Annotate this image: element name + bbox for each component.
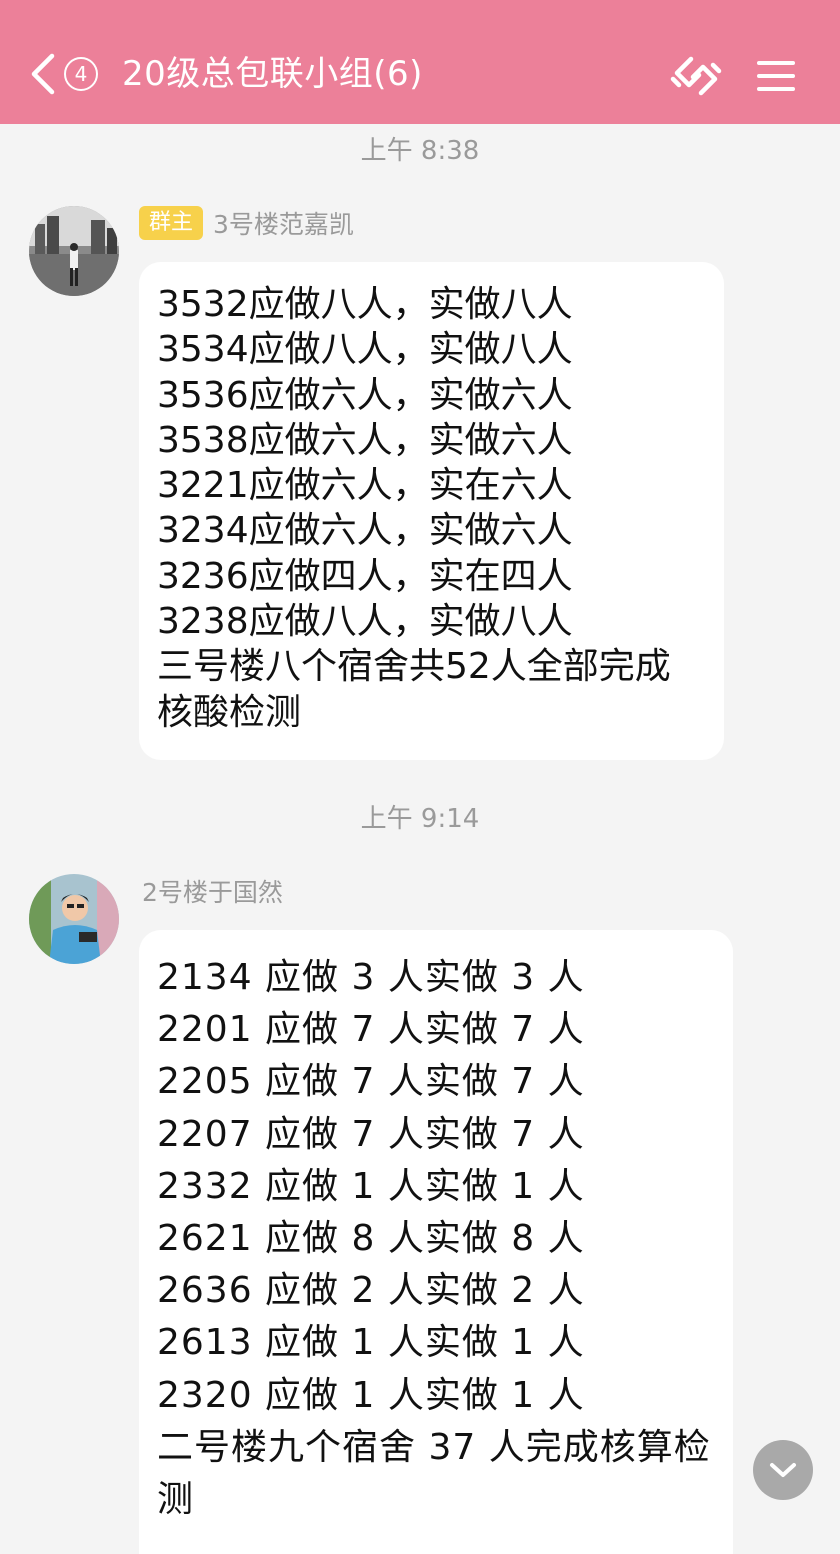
message-line: 2201 应做 7 人实做 7 人	[157, 1009, 585, 1051]
message-bubble[interactable]: 3532应做八人，实做八人 3534应做八人，实做八人 3536应做六人，实做六…	[139, 262, 724, 760]
message-line: 3538应做六人，实做六人	[157, 419, 573, 461]
message-line: 3536应做六人，实做六人	[157, 374, 573, 416]
sender-name: 2号楼于国然	[142, 878, 283, 907]
message-line: 三号楼八个宿舍共52人全部完成	[157, 646, 671, 688]
message-line: 二号楼九个宿舍 37 人完成核算检	[157, 1426, 711, 1468]
message-line: 2613 应做 1 人实做 1 人	[157, 1322, 585, 1364]
unread-count-badge: 4	[64, 57, 98, 91]
message-line: 3236应做四人，实在四人	[157, 555, 573, 597]
message-line: 2205 应做 7 人实做 7 人	[157, 1061, 585, 1103]
message-line: 2621 应做 8 人实做 8 人	[157, 1218, 585, 1260]
chat-header: 4 20级总包联小组(6)	[0, 0, 840, 124]
message-bubble[interactable]: 2134 应做 3 人实做 3 人 2201 应做 7 人实做 7 人 2205…	[139, 930, 733, 1554]
sender-row: 2号楼于国然	[142, 873, 283, 909]
message-line: 3221应做六人，实在六人	[157, 465, 573, 507]
group-owner-badge: 群主	[139, 206, 204, 240]
chat-screen: 4 20级总包联小组(6) 上午 8:38 群主 3号楼范嘉凯 3532应做八人…	[0, 0, 840, 1554]
message-line: 2636 应做 2 人实做 2 人	[157, 1270, 585, 1312]
link-icon[interactable]	[668, 48, 724, 104]
message-line: 3238应做八人，实做八人	[157, 601, 573, 643]
message-line: 2320 应做 1 人实做 1 人	[157, 1374, 585, 1416]
message-timestamp: 上午 8:38	[360, 136, 480, 166]
message-line: 核酸检测	[157, 691, 302, 733]
message-line: 2207 应做 7 人实做 7 人	[157, 1113, 585, 1155]
message-line: 2134 应做 3 人实做 3 人	[157, 957, 585, 998]
message-line: 3534应做八人，实做八人	[157, 329, 573, 371]
message-line: 测	[157, 1479, 195, 1521]
back-button[interactable]: 4	[28, 50, 108, 98]
avatar[interactable]	[29, 206, 119, 296]
avatar[interactable]	[29, 874, 119, 964]
scroll-to-bottom-button[interactable]	[753, 1440, 813, 1500]
sender-name: 3号楼范嘉凯	[213, 210, 354, 239]
chevron-left-icon	[31, 53, 55, 95]
chevron-down-icon	[770, 1463, 796, 1477]
message-timestamp: 上午 9:14	[360, 804, 480, 834]
message-line: 3532应做八人，实做八人	[157, 284, 573, 325]
message-line: 2332 应做 1 人实做 1 人	[157, 1165, 585, 1207]
message-line: 3234应做六人，实做六人	[157, 510, 573, 552]
chat-title: 20级总包联小组(6)	[122, 54, 423, 94]
hamburger-menu-icon[interactable]	[748, 48, 804, 104]
sender-row: 群主 3号楼范嘉凯	[139, 205, 354, 241]
